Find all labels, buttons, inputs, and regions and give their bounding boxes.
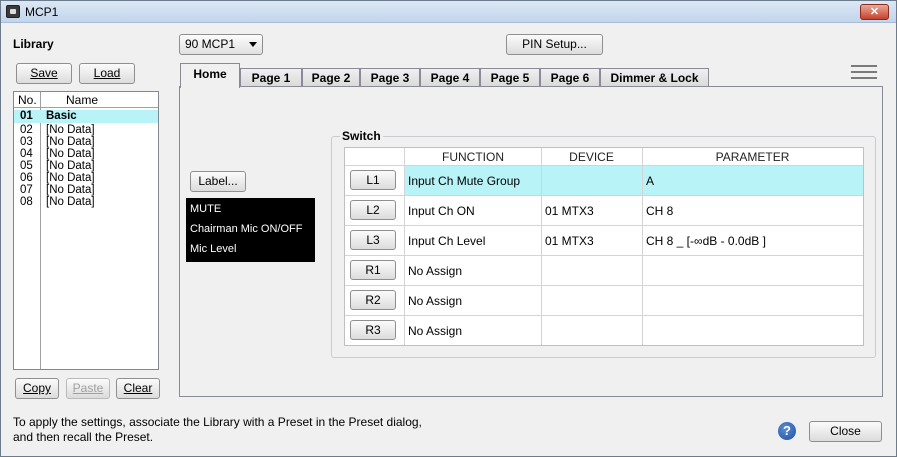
parameter-header: PARAMETER [715,150,790,164]
item-no: 03 [20,136,33,148]
load-button[interactable]: Load [79,63,135,84]
switch-key-button[interactable]: R3 [350,320,396,340]
device-header: DEVICE [569,150,614,164]
item-no: 05 [20,160,33,172]
tab-page-1[interactable]: Page 1 [240,68,302,88]
window-close-button[interactable]: ✕ [860,4,889,20]
footer-line-2: and then recall the Preset. [13,430,154,444]
switch-key-button[interactable]: L3 [350,230,396,250]
help-icon[interactable]: ? [778,422,796,440]
switch-key-button[interactable]: R2 [350,290,396,310]
item-name: [No Data] [46,196,95,208]
label-button[interactable]: Label... [190,171,246,192]
device-select-value: 90 MCP1 [185,37,236,51]
function-cell: No Assign [408,324,463,338]
menu-icon[interactable] [851,65,877,79]
function-cell: Input Ch ON [408,204,475,218]
item-no: 08 [20,196,33,208]
item-no: 06 [20,172,33,184]
item-name: [No Data] [46,184,95,196]
table-row[interactable]: L3 Input Ch Level 01 MTX3 CH 8 _ [-∞dB -… [345,225,863,255]
parameter-cell: CH 8 [646,204,674,218]
item-name: [No Data] [46,136,95,148]
device-select[interactable]: 90 MCP1 [179,34,263,55]
switch-table: FUNCTION DEVICE PARAMETER L1 Input Ch Mu… [344,147,864,346]
item-no: 01 [20,110,33,122]
item-no: 02 [20,124,33,136]
switch-key-button[interactable]: R1 [350,260,396,280]
library-item[interactable]: 01 Basic [14,110,158,123]
save-button[interactable]: Save [16,63,72,84]
lcd-display: MUTE Chairman Mic ON/OFF Mic Level [186,198,315,262]
tab-page-4[interactable]: Page 4 [420,68,480,88]
tab-page-5[interactable]: Page 5 [480,68,540,88]
library-list-header: No. Name [14,92,158,108]
item-name: [No Data] [46,148,95,160]
switch-key-button[interactable]: L2 [350,200,396,220]
parameter-cell: CH 8 _ [-∞dB - 0.0dB ] [646,234,766,248]
function-cell: Input Ch Level [408,234,486,248]
footer-line-1: To apply the settings, associate the Lib… [13,415,422,429]
clear-label: Clear [123,381,153,395]
tab-dimmer-lock[interactable]: Dimmer & Lock [600,68,709,88]
library-item[interactable]: 04 [No Data] [14,148,158,160]
load-label: Load [93,66,121,80]
paste-button[interactable]: Paste [66,378,110,399]
col-name-header: Name [66,93,99,107]
title-bar: MCP1 ✕ [1,1,896,23]
tab-page-6[interactable]: Page 6 [540,68,600,88]
table-row[interactable]: L1 Input Ch Mute Group A [345,165,863,195]
library-list[interactable]: No. Name 01 Basic 02 [No Data] 03 [No Data]… [13,91,159,370]
copy-label: Copy [22,381,51,395]
lcd-line: MUTE [190,203,222,215]
item-name: Basic [46,110,77,122]
device-cell: 01 MTX3 [545,204,594,218]
pin-setup-button[interactable]: PIN Setup... [506,34,603,55]
close-button[interactable]: Close [809,421,882,442]
function-cell: Input Ch Mute Group [408,174,521,188]
window: MCP1 ✕ Library Save Load No. Name 01 Basi… [0,0,897,457]
library-item[interactable]: 08 [No Data] [14,196,158,208]
table-row[interactable]: R2 No Assign [345,285,863,315]
tab-page-3[interactable]: Page 3 [360,68,420,88]
chevron-down-icon [249,42,257,47]
library-item[interactable]: 07 [No Data] [14,184,158,196]
table-row[interactable]: R1 No Assign [345,255,863,285]
function-header: FUNCTION [442,150,504,164]
footer-message: To apply the settings, associate the Lib… [13,415,422,445]
clear-button[interactable]: Clear [116,378,160,399]
library-item[interactable]: 05 [No Data] [14,160,158,172]
copy-button[interactable]: Copy [15,378,59,399]
item-no: 07 [20,184,33,196]
function-cell: No Assign [408,294,463,308]
item-name: [No Data] [46,124,95,136]
item-name: [No Data] [46,172,95,184]
device-cell: 01 MTX3 [545,234,594,248]
item-no: 04 [20,148,33,160]
library-label: Library [13,37,54,51]
item-name: [No Data] [46,160,95,172]
lcd-line: Mic Level [190,243,237,255]
table-row[interactable]: L2 Input Ch ON 01 MTX3 CH 8 [345,195,863,225]
library-item[interactable]: 03 [No Data] [14,136,158,148]
switch-key-button[interactable]: L1 [350,170,396,190]
function-cell: No Assign [408,264,463,278]
tab-page-2[interactable]: Page 2 [302,68,360,88]
parameter-cell: A [646,174,655,188]
save-label: Save [30,66,58,80]
switch-group-title: Switch [340,129,383,143]
lcd-line: Chairman Mic ON/OFF [190,223,303,235]
paste-label: Paste [72,381,104,395]
col-no-header: No. [18,93,37,107]
app-icon [6,5,20,18]
library-item[interactable]: 06 [No Data] [14,172,158,184]
window-title: MCP1 [25,5,59,19]
table-row[interactable]: R3 No Assign [345,315,863,345]
tab-home[interactable]: Home [180,63,240,88]
library-item[interactable]: 02 [No Data] [14,124,158,136]
